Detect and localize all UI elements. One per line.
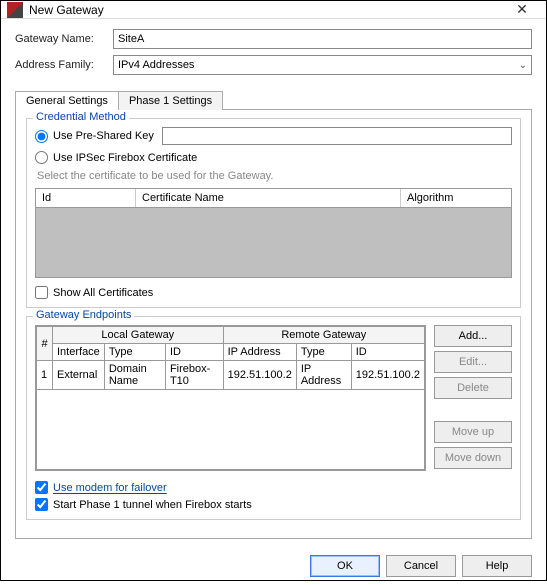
address-family-select[interactable]: IPv4 Addresses ⌄ bbox=[113, 55, 532, 75]
window-title: New Gateway bbox=[29, 3, 504, 17]
start-phase1-label: Start Phase 1 tunnel when Firebox starts bbox=[53, 499, 252, 511]
show-all-certs-checkbox[interactable] bbox=[35, 286, 48, 299]
credential-method-legend: Credential Method bbox=[33, 111, 129, 123]
col-ip: IP Address bbox=[223, 344, 296, 361]
gateway-name-input[interactable] bbox=[113, 29, 532, 49]
help-button[interactable]: Help bbox=[462, 555, 532, 577]
psk-input[interactable] bbox=[162, 127, 512, 145]
use-psk-radio[interactable] bbox=[35, 130, 48, 143]
table-row[interactable]: 1 External Domain Name Firebox-T10 192.5… bbox=[37, 361, 425, 390]
cert-hint: Select the certificate to be used for th… bbox=[37, 170, 512, 182]
gateway-endpoints-group: Gateway Endpoints # Local Gateway Remote… bbox=[26, 316, 521, 520]
cancel-button[interactable]: Cancel bbox=[386, 555, 456, 577]
use-psk-label: Use Pre-Shared Key bbox=[53, 130, 154, 142]
dialog-window: New Gateway ✕ Gateway Name: Address Fami… bbox=[0, 0, 547, 581]
use-cert-label: Use IPSec Firebox Certificate bbox=[53, 152, 197, 164]
app-icon bbox=[7, 2, 23, 18]
endpoints-table[interactable]: # Local Gateway Remote Gateway Interface… bbox=[35, 325, 426, 471]
add-button[interactable]: Add... bbox=[434, 325, 512, 347]
ok-button[interactable]: OK bbox=[310, 555, 380, 577]
tab-pane-general: Credential Method Use Pre-Shared Key Use… bbox=[15, 109, 532, 539]
col-rid: ID bbox=[351, 344, 424, 361]
address-family-value: IPv4 Addresses bbox=[118, 59, 194, 71]
dialog-body: Gateway Name: Address Family: IPv4 Addre… bbox=[1, 19, 546, 547]
edit-button[interactable]: Edit... bbox=[434, 351, 512, 373]
start-phase1-checkbox[interactable] bbox=[35, 498, 48, 511]
move-up-button[interactable]: Move up bbox=[434, 421, 512, 443]
cert-table-body[interactable] bbox=[35, 208, 512, 278]
credential-method-group: Credential Method Use Pre-Shared Key Use… bbox=[26, 118, 521, 308]
col-remote-gateway: Remote Gateway bbox=[223, 327, 424, 344]
cert-col-id: Id bbox=[36, 189, 136, 207]
gateway-name-label: Gateway Name: bbox=[15, 33, 113, 45]
gateway-endpoints-legend: Gateway Endpoints bbox=[33, 309, 134, 321]
cert-table-header: Id Certificate Name Algorithm bbox=[35, 188, 512, 208]
cert-col-alg: Algorithm bbox=[401, 189, 511, 207]
col-id: ID bbox=[165, 344, 223, 361]
col-local-gateway: Local Gateway bbox=[53, 327, 224, 344]
use-cert-radio[interactable] bbox=[35, 151, 48, 164]
delete-button[interactable]: Delete bbox=[434, 377, 512, 399]
cert-col-name: Certificate Name bbox=[136, 189, 401, 207]
use-modem-failover-checkbox[interactable] bbox=[35, 481, 48, 494]
chevron-down-icon: ⌄ bbox=[519, 60, 527, 71]
tab-phase1-settings[interactable]: Phase 1 Settings bbox=[118, 91, 223, 110]
dialog-footer: OK Cancel Help bbox=[1, 547, 546, 585]
col-interface: Interface bbox=[53, 344, 105, 361]
close-icon[interactable]: ✕ bbox=[504, 1, 540, 18]
use-modem-failover-label[interactable]: Use modem for failover bbox=[53, 482, 167, 494]
endpoint-buttons: Add... Edit... Delete Move up Move down bbox=[434, 325, 512, 471]
address-family-label: Address Family: bbox=[15, 59, 113, 71]
show-all-certs-label: Show All Certificates bbox=[53, 287, 153, 299]
titlebar: New Gateway ✕ bbox=[1, 1, 546, 19]
col-rtype: Type bbox=[296, 344, 351, 361]
col-num: # bbox=[37, 327, 53, 361]
tab-general-settings[interactable]: General Settings bbox=[15, 91, 119, 110]
col-type: Type bbox=[104, 344, 165, 361]
move-down-button[interactable]: Move down bbox=[434, 447, 512, 469]
